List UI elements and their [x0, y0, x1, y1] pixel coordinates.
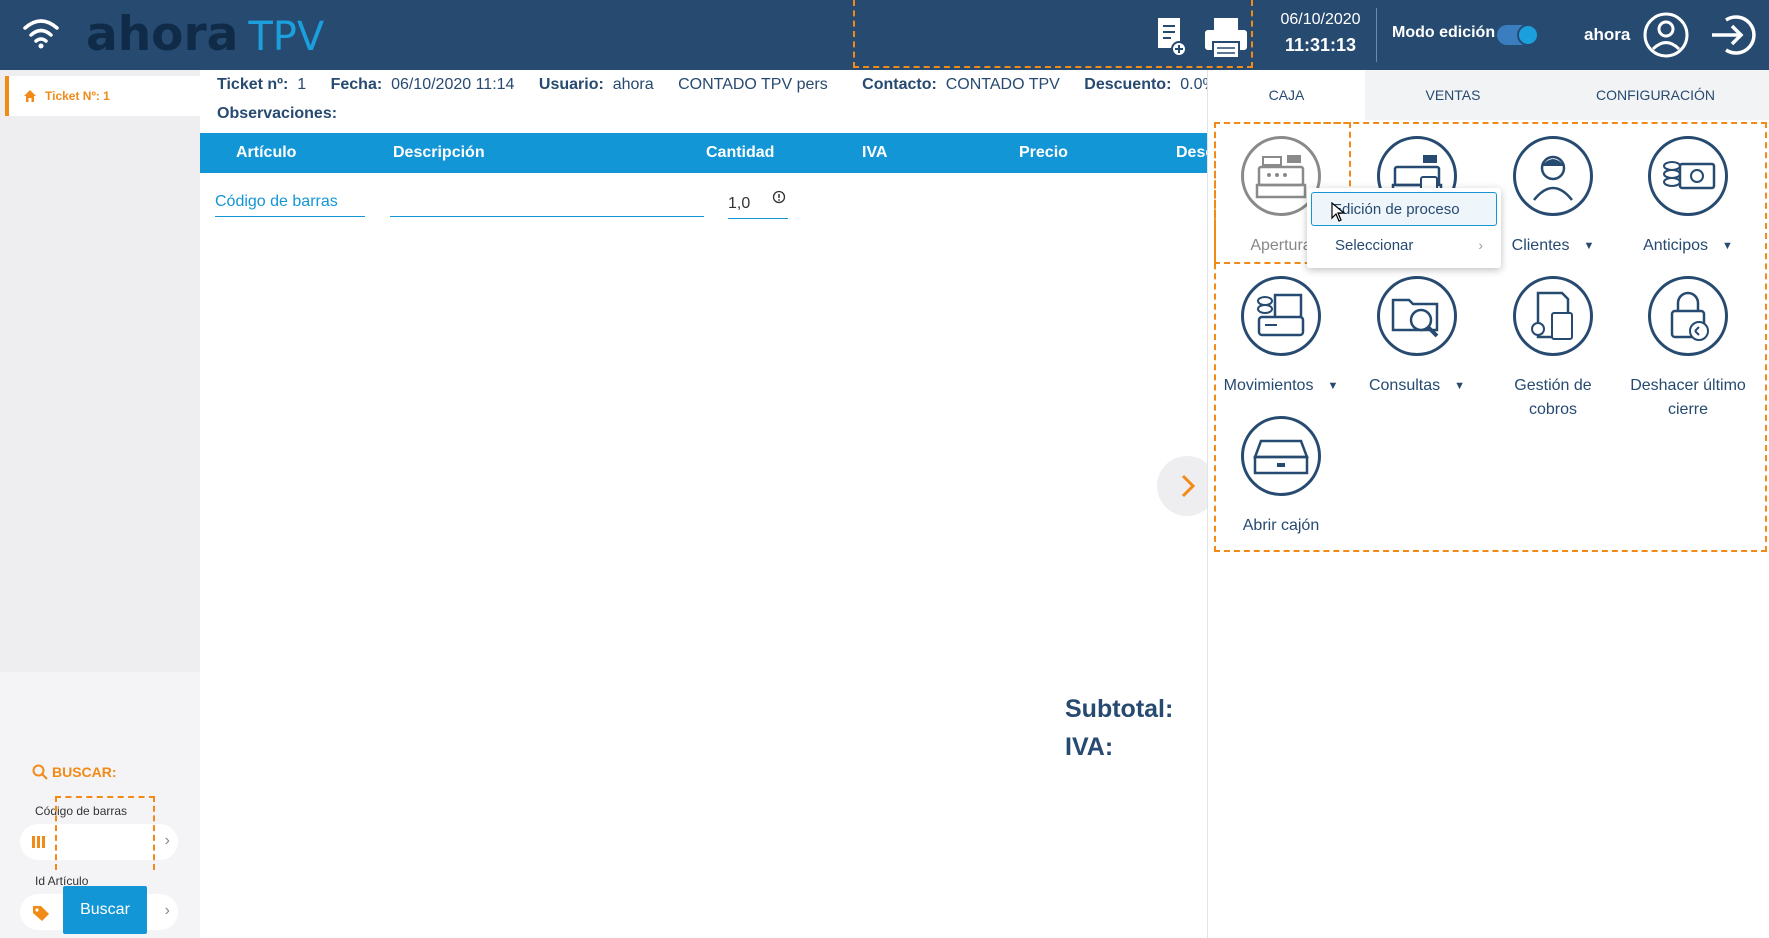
ticket-tab[interactable]: Ticket Nº: 1 — [5, 76, 200, 116]
column-header: Desc — [1176, 144, 1207, 161]
caret-down-icon[interactable]: ▼ — [1454, 374, 1465, 398]
edit-mode-toggle[interactable] — [1497, 24, 1539, 46]
printer-icon[interactable] — [1203, 16, 1249, 60]
mouse-cursor-icon — [1331, 202, 1345, 222]
tile-label-text: Movimientos — [1223, 377, 1314, 395]
tab-configuracion[interactable]: CONFIGURACIÓN — [1541, 70, 1769, 120]
tile-label-text: Anticipos — [1643, 237, 1709, 255]
tile-anticipos[interactable]: Anticipos ▼ — [1620, 136, 1756, 258]
cash-movements-icon — [1241, 276, 1321, 356]
tag-icon — [33, 906, 49, 921]
tile-label-text: Clientes — [1511, 237, 1570, 255]
column-header: Descripción — [393, 144, 485, 161]
barcode-input[interactable]: Código de barras — [215, 193, 365, 217]
tile-label: Clientes ▼ — [1485, 234, 1621, 258]
edit-mode-label: Modo edición — [1392, 24, 1496, 41]
tile-label: Consultas ▼ — [1349, 374, 1485, 398]
logout-icon[interactable] — [1708, 12, 1756, 58]
tile-label: Deshacer último cierre — [1620, 374, 1756, 422]
user-icon[interactable] — [1643, 12, 1689, 58]
chevron-right-icon: › — [164, 832, 170, 849]
chevron-right-icon: › — [1478, 237, 1483, 253]
iva-label: IVA: — [1065, 733, 1114, 761]
search-button-highlight — [55, 796, 155, 870]
ticket-no: 1 — [297, 76, 307, 93]
caret-down-icon[interactable]: ▼ — [1583, 234, 1594, 258]
customer-icon — [1513, 136, 1593, 216]
client-name: CONTADO TPV pers — [678, 76, 828, 93]
toggle-knob — [1517, 24, 1539, 46]
top-bar: ahora TPV 06/10/2020 11:31:13 Modo edici… — [0, 0, 1769, 70]
tab-caja[interactable]: CAJA — [1208, 70, 1365, 120]
tile-consultas[interactable]: Consultas ▼ — [1349, 276, 1485, 398]
tile-label: Movimientos ▼ — [1213, 374, 1349, 398]
logo-main-text: ahora — [86, 7, 239, 62]
tile-label-text: Consultas — [1368, 377, 1441, 395]
ticket-contact: CONTADO TPV — [945, 76, 1060, 93]
ticket-date: 06/10/2020 11:14 — [391, 76, 515, 93]
column-header: Precio — [1019, 144, 1068, 161]
toolbar-highlight-zone — [853, 0, 1253, 68]
current-date: 06/10/2020 — [1280, 11, 1361, 28]
subtotal-label: Subtotal: — [1065, 695, 1174, 723]
tile-label-line: cierre — [1667, 401, 1708, 418]
lines-table-header: Artículo Descripción Cantidad IVA Precio… — [200, 133, 1207, 173]
contact-label: Contacto: — [862, 76, 937, 93]
search-icon — [32, 764, 48, 780]
tab-ventas[interactable]: VENTAS — [1365, 70, 1541, 120]
column-header: Artículo — [236, 144, 297, 161]
tile-gestion-cobros[interactable]: Gestión de cobros — [1485, 276, 1621, 422]
description-input[interactable] — [390, 193, 704, 217]
invoice-calculator-icon — [1513, 276, 1593, 356]
tile-context-menu: Edición de proceso Seleccionar › — [1307, 188, 1501, 268]
tile-clientes[interactable]: Clientes ▼ — [1485, 136, 1621, 258]
logo-suffix-text: TPV — [248, 14, 325, 60]
ticket-tab-label: Ticket Nº: 1 — [45, 89, 110, 103]
ticket-info: Ticket nº: 1 Fecha: 06/10/2020 11:14 Usu… — [217, 76, 1237, 94]
tile-label-line: cobros — [1528, 401, 1578, 418]
undo-close-lock-icon — [1648, 276, 1728, 356]
tile-abrir-cajon[interactable]: Abrir cajón — [1213, 416, 1349, 538]
new-ticket-icon[interactable] — [1155, 16, 1187, 58]
datetime-display: 06/10/2020 11:31:13 — [1265, 8, 1377, 62]
discount-label: Descuento: — [1084, 76, 1172, 93]
app-logo: ahora TPV — [86, 8, 324, 62]
chevron-right-icon — [1181, 474, 1195, 498]
user-name: ahora — [1584, 25, 1631, 44]
date-label: Fecha: — [330, 76, 383, 93]
caret-down-icon[interactable]: ▼ — [1327, 374, 1338, 398]
search-title-text: BUSCAR: — [52, 764, 117, 780]
totals-block: Subtotal: IVA: — [1065, 690, 1173, 766]
barcode-icon — [32, 836, 45, 848]
caret-down-icon[interactable]: ▼ — [1722, 234, 1733, 258]
observations-label: Observaciones: — [217, 105, 338, 122]
search-title: BUSCAR: — [32, 764, 117, 780]
tile-label: Anticipos ▼ — [1620, 234, 1756, 258]
home-icon — [24, 90, 36, 102]
column-header: Cantidad — [706, 144, 775, 161]
search-folder-icon — [1377, 276, 1457, 356]
tile-deshacer-cierre[interactable]: Deshacer último cierre — [1620, 276, 1756, 422]
actions-tabs: CAJA VENTAS CONFIGURACIÓN — [1208, 70, 1769, 120]
advance-payment-icon — [1648, 136, 1728, 216]
search-button[interactable]: Buscar — [63, 886, 147, 934]
menu-item-label: Seleccionar — [1335, 236, 1414, 254]
tile-label: Gestión de cobros — [1485, 374, 1621, 422]
tile-label: Abrir cajón — [1242, 517, 1320, 534]
menu-item-seleccionar[interactable]: Seleccionar › — [1311, 228, 1497, 262]
column-header: IVA — [862, 144, 888, 161]
info-icon — [772, 190, 786, 204]
wifi-icon — [23, 19, 59, 49]
tile-movimientos[interactable]: Movimientos ▼ — [1213, 276, 1349, 398]
tile-label-line: Deshacer último — [1630, 377, 1746, 394]
chevron-right-icon: › — [164, 902, 170, 919]
ticket-no-label: Ticket nº: — [217, 76, 289, 93]
ticket-user: ahora — [612, 76, 654, 93]
tile-label-line: Gestión de — [1514, 377, 1592, 394]
cash-drawer-icon — [1241, 416, 1321, 496]
current-time: 11:31:13 — [1284, 35, 1357, 55]
user-label: Usuario: — [538, 76, 604, 93]
